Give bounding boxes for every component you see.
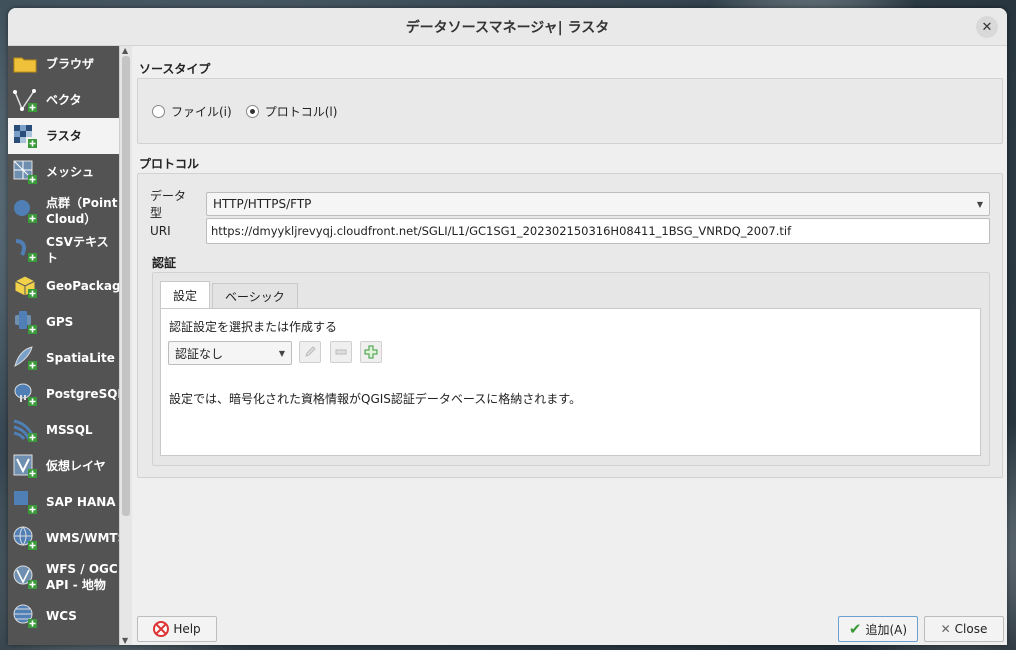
plus-icon bbox=[364, 345, 378, 359]
checkmark-icon: ✔ bbox=[848, 620, 862, 638]
sidebar-item-spatialite[interactable]: SpatiaLite bbox=[8, 340, 119, 376]
chevron-down-icon: ▼ bbox=[976, 199, 983, 209]
sidebar-scrollbar[interactable]: ▲ ▼ bbox=[119, 46, 132, 645]
uri-label: URI bbox=[150, 224, 171, 238]
file-radio[interactable]: ファイル(i) bbox=[152, 103, 232, 120]
scroll-down-icon[interactable]: ▼ bbox=[122, 636, 128, 645]
auth-config-select[interactable]: 認証なし ▼ bbox=[168, 341, 292, 365]
tab-basic[interactable]: ベーシック bbox=[212, 283, 298, 309]
protocol-radio-dot[interactable] bbox=[245, 104, 259, 118]
chevron-down-icon: ▼ bbox=[278, 348, 285, 358]
sidebar-item-mssql[interactable]: MSSQL bbox=[8, 412, 119, 448]
pencil-icon bbox=[305, 346, 316, 357]
auth-tabs: 設定 ベーシック bbox=[160, 281, 300, 309]
gps-icon bbox=[12, 309, 38, 335]
sidebar-item-virtual-layer[interactable]: 仮想レイヤ bbox=[8, 448, 119, 484]
sidebar-item-gps[interactable]: GPS bbox=[8, 304, 119, 340]
scroll-up-icon[interactable]: ▲ bbox=[122, 46, 128, 55]
wcs-icon bbox=[12, 603, 38, 629]
point-cloud-label-line1: 点群（Point bbox=[46, 196, 118, 210]
remove-auth-button[interactable] bbox=[330, 341, 352, 363]
add-button[interactable]: ✔ 追加(A) bbox=[838, 616, 918, 642]
sidebar-item-vector[interactable]: ベクタ bbox=[8, 82, 119, 118]
protocol-radio[interactable]: プロトコル(l) bbox=[245, 103, 338, 120]
protocol-title: プロトコル bbox=[139, 157, 200, 171]
sidebar-item-browser[interactable]: ブラウザ bbox=[8, 46, 119, 82]
protocol-group: データ型 HTTP/HTTPS/FTP ▼ URI https://dmyykl… bbox=[137, 173, 1003, 478]
mssql-icon bbox=[12, 417, 38, 443]
sidebar: ブラウザ ベクタ ラスタ メッシュ 点群（Point Cloud） CSVテキス… bbox=[8, 46, 119, 645]
help-icon bbox=[153, 621, 170, 637]
point-cloud-label-line2: Cloud） bbox=[46, 212, 97, 226]
sidebar-item-point-cloud[interactable]: 点群（Point Cloud） bbox=[8, 190, 119, 232]
auth-title: 認証 bbox=[152, 256, 177, 270]
uri-input[interactable]: https://dmyykljrevyqj.cloudfront.net/SGL… bbox=[206, 218, 990, 244]
file-radio-dot[interactable] bbox=[152, 104, 165, 118]
sidebar-item-csv[interactable]: CSVテキスト bbox=[8, 232, 119, 268]
help-label: Help bbox=[173, 622, 201, 636]
data-source-manager-dialog: データソースマネージャ| ラスタ ✕ ブラウザ ベクタ ラスタ メッシュ 点群（… bbox=[8, 8, 1007, 645]
sidebar-item-raster[interactable]: ラスタ bbox=[8, 118, 119, 154]
sidebar-item-geopackage[interactable]: GeoPackage bbox=[8, 268, 119, 304]
sidebar-item-sap-hana[interactable]: SAP HANA bbox=[8, 484, 119, 520]
scroll-thumb[interactable] bbox=[122, 56, 130, 516]
close-icon[interactable]: ✕ bbox=[976, 16, 998, 38]
help-button[interactable]: Help bbox=[137, 616, 217, 642]
minus-icon bbox=[335, 349, 347, 355]
wfs-label-line1: WFS / OGC bbox=[46, 562, 118, 576]
cancel-icon: ✕ bbox=[940, 622, 951, 636]
auth-select-prompt: 認証設定を選択または作成する bbox=[169, 320, 338, 334]
wfs-icon bbox=[12, 564, 38, 590]
window-title: データソースマネージャ| ラスタ bbox=[405, 19, 610, 36]
title-bar: データソースマネージャ| ラスタ ✕ bbox=[8, 8, 1007, 46]
data-type-label: データ型 bbox=[150, 189, 187, 220]
raster-icon bbox=[12, 123, 38, 149]
auth-config-value: 認証なし bbox=[175, 346, 224, 361]
add-auth-button[interactable] bbox=[360, 341, 382, 363]
sidebar-item-mesh[interactable]: メッシュ bbox=[8, 154, 119, 190]
close-button[interactable]: ✕ Close bbox=[924, 616, 1004, 642]
auth-tab-panel: 認証設定を選択または作成する 認証なし ▼ 設定では、暗号化された資格情報がQG… bbox=[160, 308, 981, 456]
add-label: 追加(A) bbox=[865, 622, 908, 637]
sap-hana-icon bbox=[12, 489, 38, 515]
csv-icon bbox=[12, 237, 38, 263]
auth-info-text: 設定では、暗号化された資格情報がQGIS認証データベースに格納されます。 bbox=[169, 392, 582, 406]
sidebar-item-wfs[interactable]: WFS / OGC API - 地物 bbox=[8, 556, 119, 598]
wfs-label-line2: API - 地物 bbox=[46, 578, 106, 592]
source-type-group: ファイル(i) プロトコル(l) bbox=[137, 78, 1003, 144]
source-type-title: ソースタイプ bbox=[139, 62, 211, 76]
point-cloud-icon bbox=[12, 198, 38, 224]
data-type-value: HTTP/HTTPS/FTP bbox=[213, 197, 312, 211]
protocol-radio-label: プロトコル(l) bbox=[264, 104, 338, 119]
wms-icon bbox=[12, 525, 38, 551]
folder-icon bbox=[12, 51, 38, 77]
mesh-icon bbox=[12, 159, 38, 185]
virtual-layer-icon bbox=[12, 453, 38, 479]
postgresql-icon bbox=[12, 381, 38, 407]
sidebar-item-postgresql[interactable]: PostgreSQL bbox=[8, 376, 119, 412]
sidebar-item-wms[interactable]: WMS/WMTS bbox=[8, 520, 119, 556]
sidebar-item-wcs[interactable]: WCS bbox=[8, 598, 119, 634]
file-radio-label: ファイル(i) bbox=[171, 104, 232, 119]
close-label: Close bbox=[954, 622, 988, 636]
main-content: ソースタイプ ファイル(i) プロトコル(l) プロトコル データ型 HTTP/… bbox=[137, 46, 1003, 606]
geopackage-icon bbox=[12, 273, 38, 299]
spatialite-icon bbox=[12, 345, 38, 371]
edit-auth-button[interactable] bbox=[299, 341, 321, 363]
vector-icon bbox=[12, 87, 38, 113]
data-type-select[interactable]: HTTP/HTTPS/FTP ▼ bbox=[206, 192, 990, 216]
tab-settings[interactable]: 設定 bbox=[160, 281, 211, 309]
auth-group: 設定 ベーシック 認証設定を選択または作成する 認証なし ▼ 設定では、暗号化さ… bbox=[152, 272, 990, 466]
